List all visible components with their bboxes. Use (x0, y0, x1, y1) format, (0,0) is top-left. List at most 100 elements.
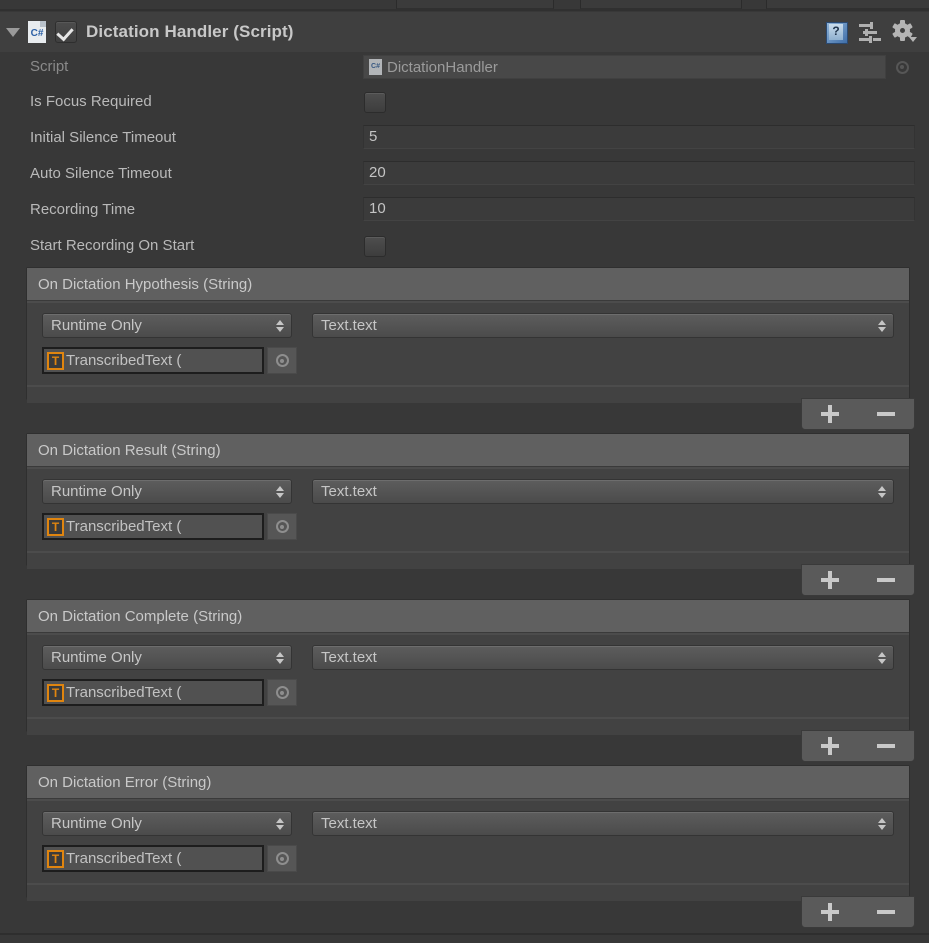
truncated-field (766, 0, 929, 9)
function-value: Text.text (321, 317, 377, 334)
target-object-picker-button[interactable] (267, 513, 297, 540)
chevron-updown-icon (276, 485, 284, 498)
target-object-name: TranscribedText ( (66, 352, 182, 369)
header-icon-group: ? (825, 20, 929, 44)
component-header[interactable]: C# Dictation Handler (Script) ? (0, 12, 929, 52)
event-title: On Dictation Complete (String) (27, 600, 909, 633)
chevron-updown-icon (878, 817, 886, 830)
settings-gear-icon[interactable] (892, 20, 917, 43)
call-state-dropdown[interactable]: Runtime Only (42, 479, 292, 504)
property-label: Start Recording On Start (30, 237, 195, 254)
unity-event-block: On Dictation Result (String) Runtime Onl… (26, 433, 910, 569)
remove-listener-button[interactable] (866, 896, 906, 928)
target-object-picker-button[interactable] (267, 679, 297, 706)
truncated-field (396, 0, 554, 9)
add-listener-button[interactable] (810, 896, 850, 928)
event-add-remove-bar (801, 398, 915, 430)
target-object-name: TranscribedText ( (66, 684, 182, 701)
target-object-field[interactable]: T TranscribedText ( (42, 845, 264, 872)
auto-silence-timeout-input[interactable]: 20 (363, 161, 915, 185)
start-recording-on-start-checkbox[interactable] (364, 236, 386, 257)
target-object-field[interactable]: T TranscribedText ( (42, 513, 264, 540)
target-object-name: TranscribedText ( (66, 850, 182, 867)
chevron-updown-icon (878, 651, 886, 664)
remove-listener-button[interactable] (866, 398, 906, 430)
inspector-panel: C# Dictation Handler (Script) ? Script C… (0, 0, 929, 943)
chevron-updown-icon (276, 651, 284, 664)
property-row-initial-silence-timeout: Initial Silence Timeout 5 (0, 125, 929, 151)
csharp-script-icon: C# (26, 20, 48, 44)
remove-listener-button[interactable] (866, 730, 906, 762)
csharp-script-icon: C# (368, 59, 383, 75)
function-value: Text.text (321, 815, 377, 832)
target-object-picker-button[interactable] (267, 347, 297, 374)
property-row-auto-silence-timeout: Auto Silence Timeout 20 (0, 161, 929, 187)
add-listener-button[interactable] (810, 730, 850, 762)
help-icon[interactable]: ? (825, 21, 848, 44)
property-row-is-focus-required: Is Focus Required (0, 89, 929, 115)
truncated-field (580, 0, 742, 9)
component-title: Dictation Handler (Script) (86, 22, 294, 41)
text-component-icon: T (47, 849, 64, 868)
call-state-value: Runtime Only (51, 815, 142, 832)
foldout-arrow-icon[interactable] (0, 12, 26, 52)
target-object-picker-button[interactable] (267, 845, 297, 872)
chevron-updown-icon (276, 319, 284, 332)
script-object-field[interactable]: C# DictationHandler (363, 55, 886, 79)
script-object-picker-button (890, 55, 914, 79)
add-listener-button[interactable] (810, 564, 850, 596)
property-label: Initial Silence Timeout (30, 129, 176, 146)
component-divider (0, 9, 929, 11)
add-listener-button[interactable] (810, 398, 850, 430)
chevron-updown-icon (276, 817, 284, 830)
event-add-remove-bar (801, 730, 915, 762)
chevron-updown-icon (878, 485, 886, 498)
property-label: Recording Time (30, 201, 136, 218)
is-focus-required-checkbox[interactable] (364, 92, 386, 113)
call-state-dropdown[interactable]: Runtime Only (42, 811, 292, 836)
function-value: Text.text (321, 649, 377, 666)
call-state-dropdown[interactable]: Runtime Only (42, 645, 292, 670)
event-add-remove-bar (801, 896, 915, 928)
event-title: On Dictation Error (String) (27, 766, 909, 799)
call-state-dropdown[interactable]: Runtime Only (42, 313, 292, 338)
bottom-divider (0, 933, 929, 935)
initial-silence-timeout-input[interactable]: 5 (363, 125, 915, 149)
event-footer (27, 385, 909, 403)
remove-listener-button[interactable] (866, 564, 906, 596)
event-listener-row: Runtime Only Text.text T TranscribedText… (27, 467, 909, 551)
unity-event-block: On Dictation Complete (String) Runtime O… (26, 599, 910, 735)
event-footer (27, 551, 909, 569)
chevron-updown-icon (878, 319, 886, 332)
event-footer (27, 717, 909, 735)
property-label: Auto Silence Timeout (30, 165, 172, 182)
call-state-value: Runtime Only (51, 317, 142, 334)
function-dropdown[interactable]: Text.text (312, 645, 894, 670)
property-row-script: Script C# DictationHandler (0, 54, 929, 80)
call-state-value: Runtime Only (51, 649, 142, 666)
target-object-field[interactable]: T TranscribedText ( (42, 679, 264, 706)
event-footer (27, 883, 909, 901)
event-title: On Dictation Result (String) (27, 434, 909, 467)
unity-event-block: On Dictation Hypothesis (String) Runtime… (26, 267, 910, 403)
function-dropdown[interactable]: Text.text (312, 811, 894, 836)
event-listener-row: Runtime Only Text.text T TranscribedText… (27, 633, 909, 717)
function-dropdown[interactable]: Text.text (312, 479, 894, 504)
truncated-fields-above (0, 0, 929, 9)
text-component-icon: T (47, 683, 64, 702)
target-object-field[interactable]: T TranscribedText ( (42, 347, 264, 374)
script-object-name: DictationHandler (387, 58, 498, 76)
preset-icon[interactable] (859, 22, 881, 43)
unity-event-block: On Dictation Error (String) Runtime Only… (26, 765, 910, 901)
recording-time-input[interactable]: 10 (363, 197, 915, 221)
event-listener-row: Runtime Only Text.text T TranscribedText… (27, 301, 909, 385)
event-add-remove-bar (801, 564, 915, 596)
property-row-start-recording-on-start: Start Recording On Start (0, 233, 929, 259)
property-label: Is Focus Required (30, 93, 152, 110)
component-enabled-checkbox[interactable] (55, 21, 77, 43)
function-dropdown[interactable]: Text.text (312, 313, 894, 338)
event-listener-row: Runtime Only Text.text T TranscribedText… (27, 799, 909, 883)
csharp-icon-label: C# (30, 28, 44, 39)
property-label: Script (30, 58, 69, 75)
property-row-recording-time: Recording Time 10 (0, 197, 929, 223)
